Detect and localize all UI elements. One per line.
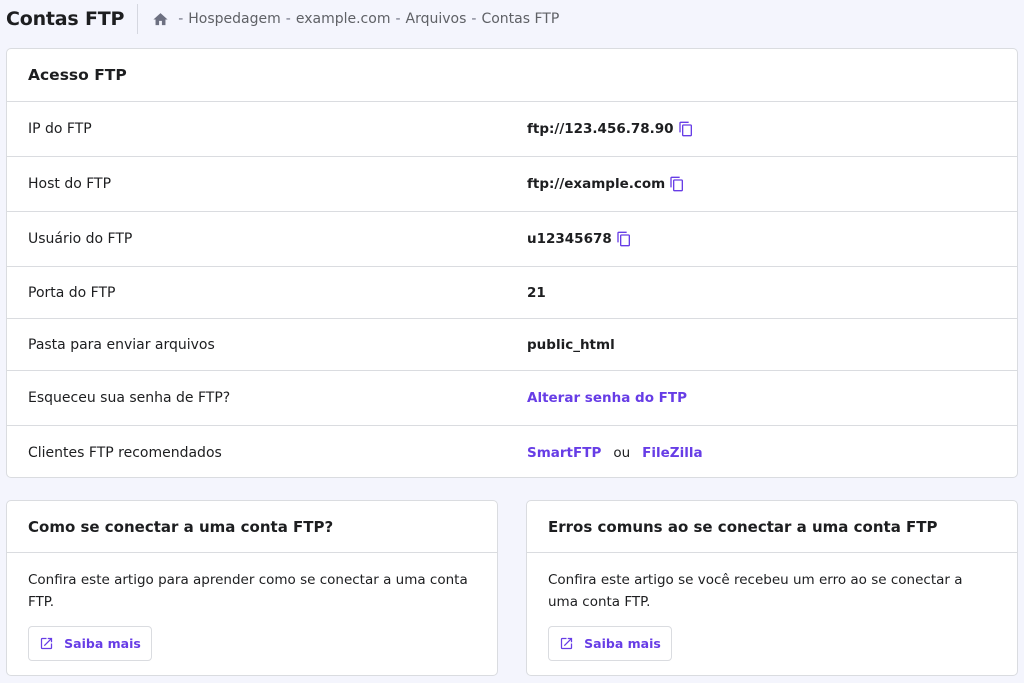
ftp-clients-row: Clientes FTP recomendados SmartFTP ou Fi… [7,426,1017,477]
smartftp-link[interactable]: SmartFTP [527,445,601,461]
learn-more-button[interactable]: Saiba mais [548,626,672,661]
or-text: ou [613,444,631,461]
breadcrumb-separator: - [178,11,184,27]
ftp-access-title: Acesso FTP [7,49,1017,102]
ftp-port-label: Porta do FTP [28,284,116,301]
external-link-icon [559,636,574,651]
ftp-folder-label: Pasta para enviar arquivos [28,336,215,353]
common-errors-title: Erros comuns ao se conectar a uma conta … [527,501,1017,553]
breadcrumb-arquivos[interactable]: Arquivos [406,11,467,27]
common-errors-card: Erros comuns ao se conectar a uma conta … [526,500,1018,676]
ftp-ip-value: ftp://123.456.78.90 [527,121,674,137]
breadcrumb-hospedagem[interactable]: Hospedagem [188,11,281,27]
ftp-user-value: u12345678 [527,231,612,247]
how-to-connect-title: Como se conectar a uma conta FTP? [7,501,497,553]
home-icon[interactable] [152,11,169,28]
external-link-icon [39,636,54,651]
ftp-folder-row: Pasta para enviar arquivos public_html [7,319,1017,371]
copy-icon[interactable] [669,176,685,192]
ftp-password-label: Esqueceu sua senha de FTP? [28,390,231,406]
filezilla-link[interactable]: FileZilla [642,445,702,461]
header-divider [137,4,139,34]
copy-icon[interactable] [678,121,694,137]
page-title: Contas FTP [6,8,125,30]
learn-more-label: Saiba mais [64,636,141,651]
ftp-folder-value: public_html [527,336,615,353]
ftp-host-value: ftp://example.com [527,176,666,192]
how-to-connect-card: Como se conectar a uma conta FTP? Confir… [6,500,498,676]
copy-icon[interactable] [616,231,632,247]
ftp-ip-row: IP do FTP ftp://123.456.78.90 [7,102,1017,157]
change-ftp-password-link[interactable]: Alterar senha do FTP [527,390,687,406]
breadcrumb-current: Contas FTP [481,11,560,27]
ftp-user-row: Usuário do FTP u12345678 [7,212,1017,267]
breadcrumb-separator: - [285,11,291,27]
common-errors-body: Confira este artigo se você recebeu um e… [548,572,963,610]
ftp-clients-label: Clientes FTP recomendados [28,444,222,461]
breadcrumb-separator: - [395,11,401,27]
ftp-host-label: Host do FTP [28,176,112,192]
breadcrumb-separator: - [471,11,477,27]
ftp-host-row: Host do FTP ftp://example.com [7,157,1017,212]
breadcrumb-domain[interactable]: example.com [296,11,391,27]
page-header: Contas FTP - Hospedagem - example.com - … [0,0,1024,38]
ftp-port-row: Porta do FTP 21 [7,267,1017,319]
ftp-ip-label: IP do FTP [28,121,92,137]
ftp-password-row: Esqueceu sua senha de FTP? Alterar senha… [7,371,1017,426]
ftp-access-card: Acesso FTP IP do FTP ftp://123.456.78.90… [6,48,1018,478]
how-to-connect-body: Confira este artigo para aprender como s… [28,572,468,610]
ftp-port-value: 21 [527,284,546,301]
ftp-user-label: Usuário do FTP [28,231,133,247]
breadcrumb: - Hospedagem - example.com - Arquivos - … [152,11,559,28]
learn-more-button[interactable]: Saiba mais [28,626,152,661]
learn-more-label: Saiba mais [584,636,661,651]
